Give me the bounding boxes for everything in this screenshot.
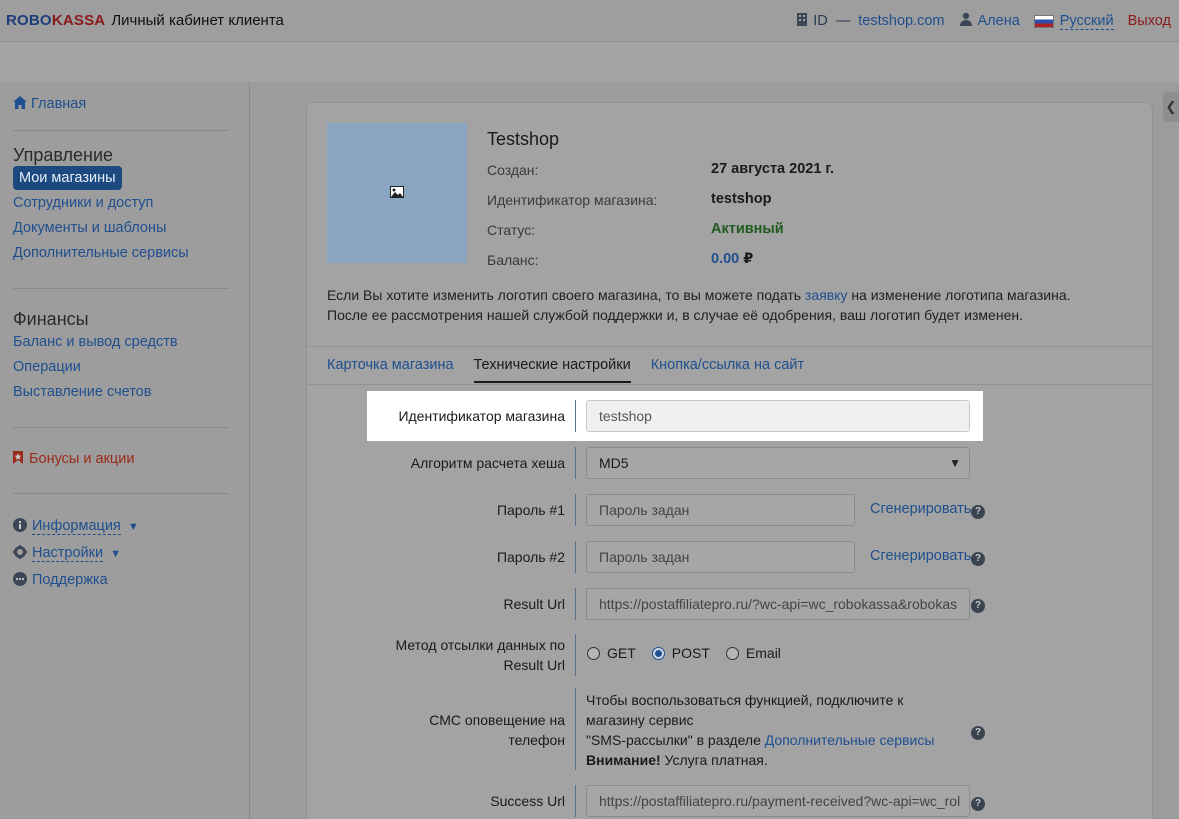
row-divider (575, 785, 576, 817)
send-method-radios: GET POST Email (587, 645, 797, 661)
sms-notification-text: Чтобы воспользоваться функцией, подключи… (586, 692, 935, 768)
shop-id-field-label: Идентификатор магазина (398, 408, 565, 424)
cabinet-title: Личный кабинет клиента (111, 12, 284, 29)
panel-toggle-handle[interactable]: ❮ (1163, 92, 1179, 122)
row-divider (575, 447, 576, 479)
radio-post[interactable] (651, 646, 665, 660)
sidebar-item-settings[interactable]: Настройки ▼ (13, 545, 121, 563)
result-url-input[interactable]: https://postaffiliatepro.ru/?wc-api=wc_r… (586, 588, 970, 620)
generate-password2-button[interactable]: Сгенерировать (870, 548, 971, 564)
row-divider (575, 400, 576, 432)
row-divider (575, 588, 576, 620)
gear-icon (13, 545, 27, 563)
send-method-label: Метод отсылки данных по Result Url (395, 637, 565, 673)
balance-value: 0.00 ₽ (711, 251, 754, 267)
logout-link[interactable]: Выход (1128, 13, 1171, 29)
russia-flag-icon (1033, 14, 1054, 28)
hash-algorithm-select[interactable]: MD5 ▼ (586, 447, 970, 479)
sidebar-divider (13, 130, 229, 131)
caret-down-icon: ▼ (949, 456, 961, 470)
logo-request-link[interactable]: заявку (805, 287, 848, 303)
tab-technical-settings[interactable]: Технические настройки (473, 347, 631, 383)
info-icon (13, 518, 27, 536)
chevron-left-icon: ❮ (1165, 99, 1177, 114)
success-url-input[interactable]: https://postaffiliatepro.ru/payment-rece… (586, 785, 970, 817)
sidebar-heading-finance: Финансы (13, 309, 89, 329)
sidebar-divider (13, 493, 229, 494)
card-divider (307, 384, 1152, 385)
user-icon (959, 12, 973, 30)
image-icon (390, 185, 404, 201)
sidebar-item-bonus[interactable]: Бонусы и акции (13, 451, 134, 468)
shop-id-label: Идентификатор магазина: (487, 192, 658, 208)
sidebar: Главная Управление Мои магазины Сотрудни… (0, 82, 250, 819)
shop-id-value: testshop (711, 191, 772, 207)
hash-algorithm-label: Алгоритм расчета хеша (410, 455, 565, 471)
header-right: ID — testshop.com Алена Русский Выход (782, 0, 1171, 42)
shop-id-indicator: ID — testshop.com (796, 12, 945, 30)
sidebar-heading-management: Управление (13, 145, 114, 165)
sidebar-item-operations[interactable]: Операции (13, 359, 81, 375)
password1-input[interactable]: Пароль задан (586, 494, 855, 526)
tab-button-link[interactable]: Кнопка/ссылка на сайт (651, 347, 804, 383)
tab-shop-card[interactable]: Карточка магазина (327, 347, 454, 383)
home-icon (13, 96, 27, 113)
user-menu[interactable]: Алена (959, 12, 1020, 30)
help-icon[interactable]: ? (971, 552, 985, 566)
row-divider (575, 634, 576, 676)
logo-change-note: Если Вы хотите изменить логотип своего м… (327, 287, 1071, 323)
row-divider (575, 494, 576, 526)
generate-password1-button[interactable]: Сгенерировать (870, 501, 971, 517)
help-icon[interactable]: ? (971, 726, 985, 740)
additional-services-link[interactable]: Дополнительные сервисы (765, 732, 935, 748)
shop-id-input[interactable]: testshop (586, 400, 970, 432)
help-icon[interactable]: ? (971, 505, 985, 519)
sidebar-divider (13, 427, 229, 428)
sidebar-item-balance[interactable]: Баланс и вывод средств (13, 334, 178, 350)
sidebar-item-info[interactable]: Информация ▼ (13, 518, 139, 536)
shop-name: Testshop (487, 129, 560, 149)
caret-down-icon: ▼ (110, 548, 122, 560)
balance-label: Баланс: (487, 252, 539, 268)
success-url-label: Success Url (490, 793, 565, 809)
created-value: 27 августа 2021 г. (711, 161, 835, 177)
sidebar-item-support[interactable]: Поддержка (13, 572, 108, 590)
radio-get[interactable] (587, 646, 600, 660)
status-label: Статус: (487, 222, 536, 238)
password2-input[interactable]: Пароль задан (586, 541, 855, 573)
bookmark-icon (13, 451, 23, 468)
sidebar-item-documents[interactable]: Документы и шаблоны (13, 220, 166, 236)
language-switch[interactable]: Русский (1033, 13, 1114, 30)
sub-bar (0, 42, 1179, 82)
result-url-label: Result Url (503, 596, 565, 612)
sms-notification-label: СМС оповещение на телефон (429, 712, 565, 748)
sidebar-divider (13, 288, 229, 289)
row-divider (575, 688, 576, 770)
sidebar-item-services[interactable]: Дополнительные сервисы (13, 245, 189, 261)
sidebar-item-staff[interactable]: Сотрудники и доступ (13, 195, 153, 211)
robokassa-logo[interactable]: ROBOKASSA (6, 12, 105, 29)
help-icon[interactable]: ? (971, 797, 985, 811)
caret-down-icon: ▼ (127, 521, 139, 533)
password1-label: Пароль #1 (496, 502, 565, 518)
sidebar-item-my-shops[interactable]: Мои магазины (13, 166, 122, 190)
building-icon (796, 12, 808, 30)
help-icon[interactable]: ? (971, 599, 985, 613)
top-bar: ROBOKASSA Личный кабинет клиента ID — te… (0, 0, 1179, 42)
shop-logo-placeholder (327, 123, 467, 263)
password2-label: Пароль #2 (496, 549, 565, 565)
radio-email[interactable] (725, 646, 739, 660)
sidebar-item-home[interactable]: Главная (13, 96, 86, 113)
created-label: Создан: (487, 162, 539, 178)
row-divider (575, 541, 576, 573)
shop-domain-link[interactable]: testshop.com (858, 13, 944, 29)
chat-icon (13, 572, 27, 590)
status-value: Активный (711, 221, 784, 237)
card-tabs: Карточка магазина Технические настройки … (327, 347, 824, 383)
sidebar-item-invoices[interactable]: Выставление счетов (13, 384, 151, 400)
